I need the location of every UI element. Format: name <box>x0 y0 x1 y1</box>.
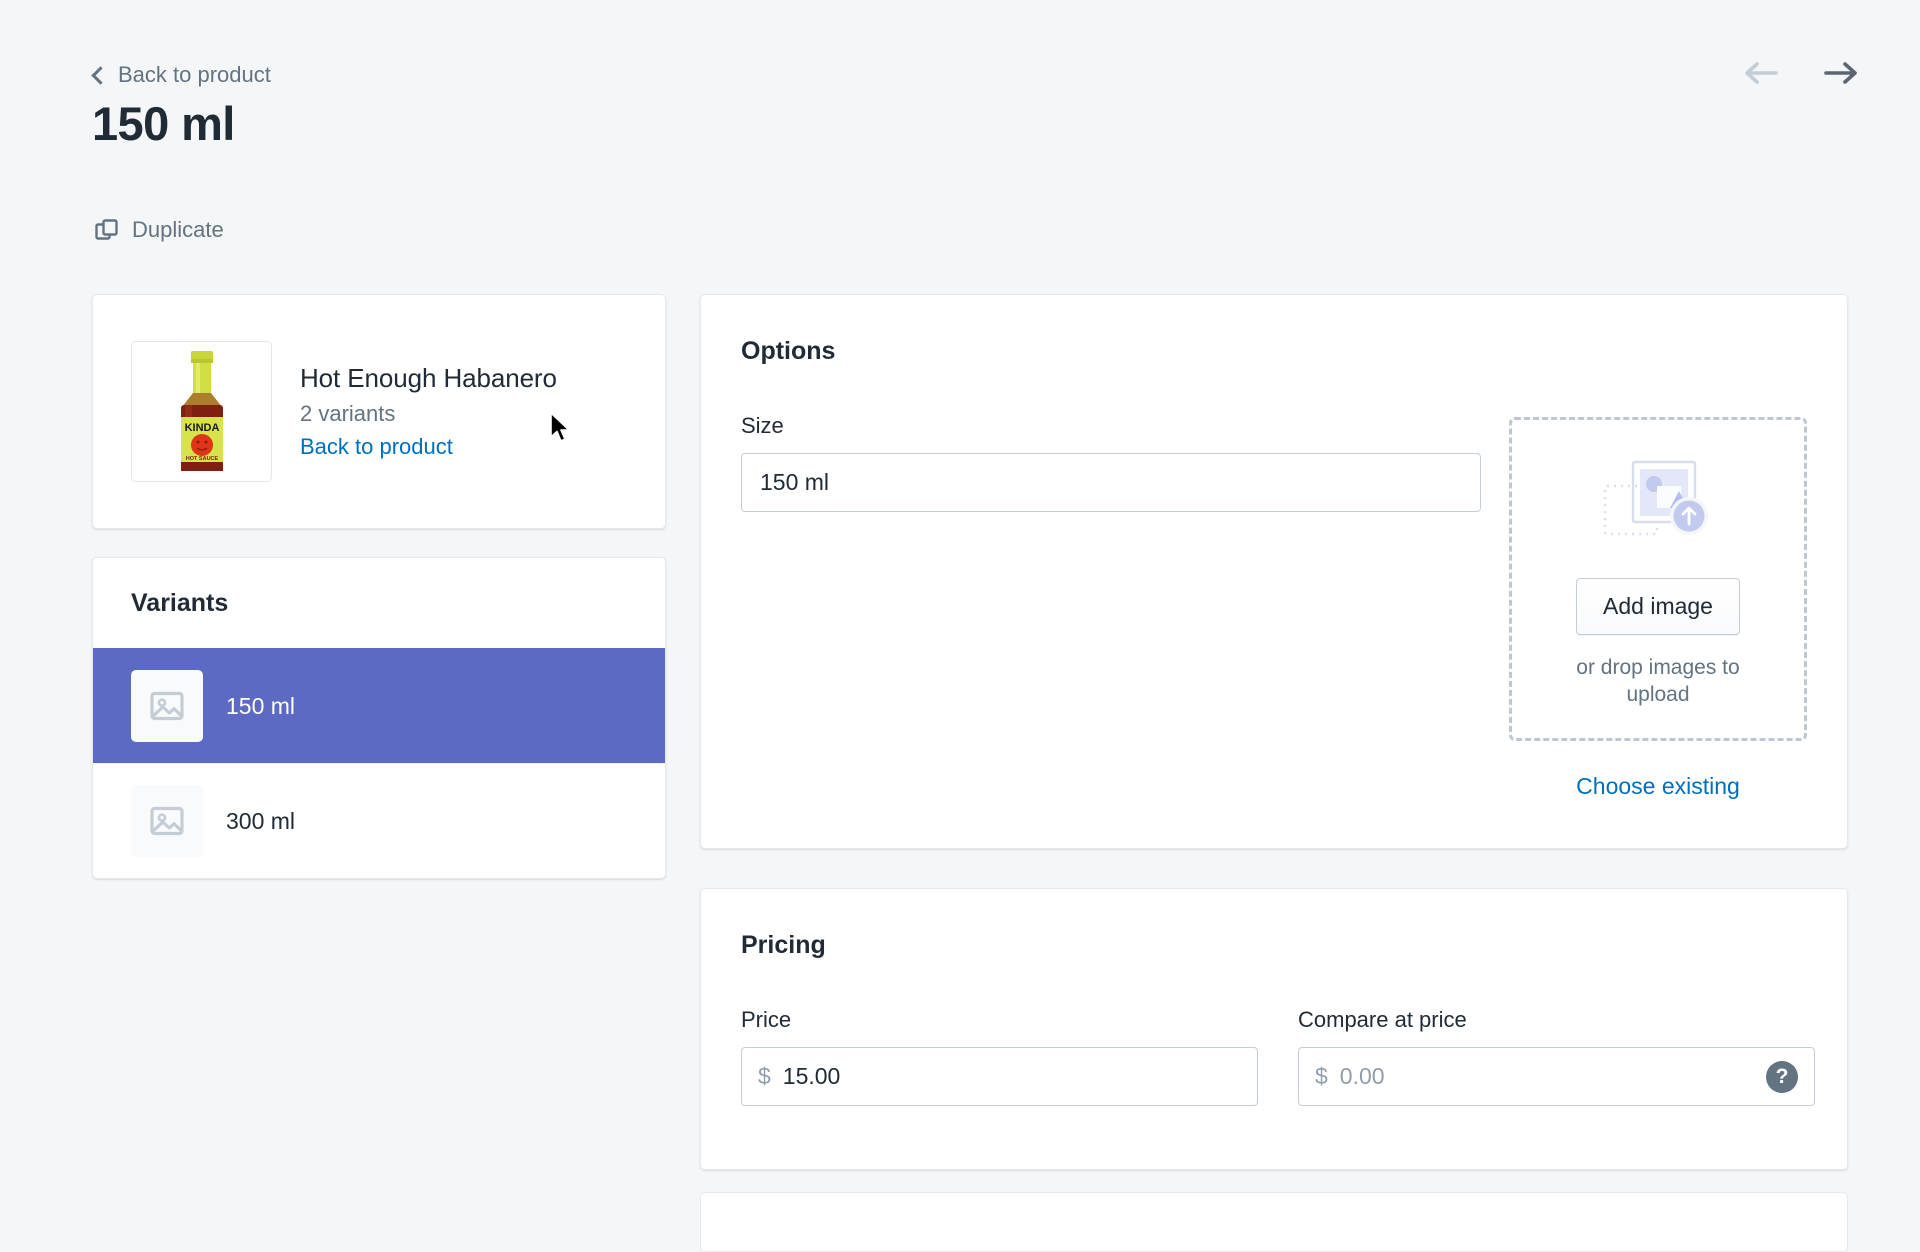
currency-symbol: $ <box>758 1063 771 1089</box>
currency-symbol: $ <box>1315 1063 1328 1089</box>
image-placeholder-icon <box>131 785 203 857</box>
page-title: 150 ml <box>92 97 235 150</box>
pricing-card: Pricing Price $ Compare at price $ ? <box>700 888 1848 1170</box>
price-input[interactable] <box>782 1048 1241 1105</box>
price-input-wrapper[interactable]: $ <box>741 1047 1258 1106</box>
arrow-right-icon[interactable] <box>1822 58 1860 88</box>
image-placeholder-icon <box>131 670 203 742</box>
product-variant-count: 2 variants <box>300 401 396 426</box>
image-dropzone[interactable]: Add image or drop images to upload <box>1509 417 1807 741</box>
variant-label: 150 ml <box>226 692 296 719</box>
options-card: Options Size 150 ml Add image or drop im… <box>700 294 1848 849</box>
help-question-icon[interactable]: ? <box>1766 1060 1798 1093</box>
chevron-left-icon <box>91 65 110 85</box>
variants-heading: Variants <box>131 589 229 617</box>
size-field-group: Size <box>741 413 1481 512</box>
duplicate-label: Duplicate <box>132 217 224 242</box>
variant-label: 300 ml <box>226 807 296 834</box>
back-to-product-breadcrumb[interactable]: Back to product <box>91 62 271 88</box>
options-heading: Options <box>741 337 836 365</box>
compare-at-price-input[interactable] <box>1339 1048 1798 1105</box>
arrow-left-icon[interactable] <box>1742 58 1780 88</box>
product-thumbnail: KINDA HOT SAUCE <box>131 341 272 482</box>
product-summary-card: KINDA HOT SAUCE Hot Enough Habanero 2 va… <box>92 294 666 529</box>
size-label: Size <box>741 413 784 438</box>
pricing-fields: Price $ Compare at price $ ? <box>741 1007 1815 1106</box>
compare-at-price-label: Compare at price <box>1298 1007 1467 1032</box>
back-to-product-label: Back to product <box>118 62 271 87</box>
add-image-button[interactable]: Add image <box>1576 578 1740 635</box>
product-title: Hot Enough Habanero <box>300 363 557 393</box>
product-bottle-thumbnail: KINDA HOT SAUCE <box>180 350 223 471</box>
price-label: Price <box>741 1007 792 1032</box>
next-section-card-partial <box>700 1192 1848 1252</box>
choose-existing-link[interactable]: Choose existing <box>1509 773 1807 800</box>
svg-text:KINDA: KINDA <box>184 422 219 434</box>
variant-list-item-150ml[interactable]: 150 ml <box>93 648 665 763</box>
variant-list-item-300ml[interactable]: 300 ml <box>93 763 665 878</box>
product-meta: Hot Enough Habanero 2 variants Back to p… <box>300 363 557 460</box>
product-back-link[interactable]: Back to product <box>300 434 557 460</box>
variants-card: Variants 150 ml 300 ml <box>92 557 666 879</box>
duplicate-button[interactable]: Duplicate <box>95 217 224 243</box>
variant-detail-page: Back to product 150 ml Duplicate KINDA H… <box>0 0 1920 1252</box>
pagination-arrows <box>1742 58 1860 88</box>
compare-price-field-group: Compare at price $ ? <box>1298 1007 1815 1106</box>
size-input[interactable] <box>741 453 1481 512</box>
pricing-heading: Pricing <box>741 931 826 959</box>
svg-text:HOT SAUCE: HOT SAUCE <box>185 456 218 462</box>
image-upload-illustration <box>1592 448 1724 566</box>
price-field-group: Price $ <box>741 1007 1258 1106</box>
compare-price-input-wrapper[interactable]: $ ? <box>1298 1047 1815 1106</box>
duplicate-icon <box>95 218 119 242</box>
dropzone-hint: or drop images to upload <box>1576 656 1740 707</box>
